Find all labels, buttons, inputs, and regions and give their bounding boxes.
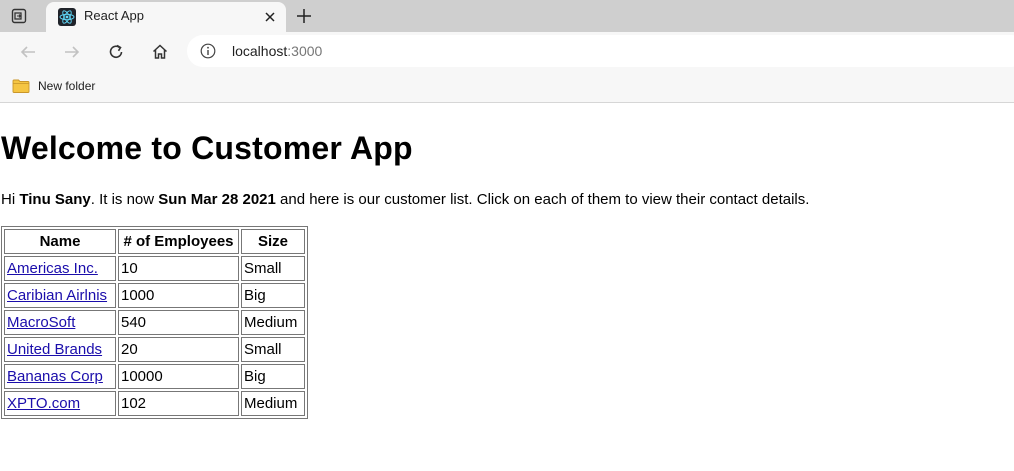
employees-cell: 540	[118, 310, 239, 335]
size-cell: Medium	[241, 310, 305, 335]
bookmark-label: New folder	[38, 79, 96, 93]
table-row: MacroSoft 540 Medium	[4, 310, 305, 335]
customer-table: Name # of Employees Size Americas Inc. 1…	[1, 226, 308, 419]
table-row: XPTO.com 102 Medium	[4, 391, 305, 416]
bookmarks-bar: New folder	[0, 70, 1014, 103]
employees-cell: 10	[118, 256, 239, 281]
name-cell: Caribian Airlnis	[4, 283, 116, 308]
name-cell: XPTO.com	[4, 391, 116, 416]
folder-icon	[12, 78, 30, 94]
employees-cell: 102	[118, 391, 239, 416]
table-header-row: Name # of Employees Size	[4, 229, 305, 254]
address-bar[interactable]: localhost:3000	[187, 35, 1014, 67]
table-row: Caribian Airlnis 1000 Big	[4, 283, 305, 308]
customer-link[interactable]: Caribian Airlnis	[7, 287, 113, 304]
browser-toolbar: localhost:3000	[0, 32, 1014, 70]
current-date: Sun Mar 28 2021	[158, 191, 276, 208]
name-cell: MacroSoft	[4, 310, 116, 335]
employees-cell: 1000	[118, 283, 239, 308]
size-cell: Big	[241, 283, 305, 308]
forward-arrow-icon[interactable]	[60, 40, 84, 64]
user-name: Tinu Sany	[19, 191, 91, 208]
url-port: :3000	[287, 43, 323, 59]
refresh-icon[interactable]	[104, 40, 128, 64]
url-host: localhost	[232, 43, 288, 59]
home-icon[interactable]	[148, 40, 172, 64]
name-cell: Bananas Corp	[4, 364, 116, 389]
table-row: Bananas Corp 10000 Big	[4, 364, 305, 389]
page-title: Welcome to Customer App	[1, 130, 413, 166]
tab-actions-icon[interactable]	[10, 7, 28, 25]
tab-strip: React App	[0, 0, 1014, 32]
intro-middle: . It is now	[90, 191, 159, 208]
customer-link[interactable]: XPTO.com	[7, 395, 113, 412]
new-tab-icon[interactable]	[294, 6, 314, 26]
name-cell: Americas Inc.	[4, 256, 116, 281]
column-header-size: Size	[241, 229, 305, 254]
intro-text: Hi Tinu Sany. It is now Sun Mar 28 2021 …	[1, 191, 809, 208]
tab-react-app[interactable]: React App	[46, 2, 286, 32]
customer-link[interactable]: MacroSoft	[7, 314, 113, 331]
tab-title: React App	[84, 8, 144, 23]
back-arrow-icon[interactable]	[16, 40, 40, 64]
close-tab-icon[interactable]	[260, 7, 280, 27]
url-text[interactable]: localhost:3000	[232, 43, 322, 59]
size-cell: Small	[241, 256, 305, 281]
customer-link[interactable]: Americas Inc.	[7, 260, 113, 277]
customer-link[interactable]: Bananas Corp	[7, 368, 113, 385]
site-info-icon[interactable]	[200, 43, 216, 59]
column-header-employees: # of Employees	[118, 229, 239, 254]
size-cell: Small	[241, 337, 305, 362]
size-cell: Big	[241, 364, 305, 389]
column-header-name: Name	[4, 229, 116, 254]
react-logo-icon	[58, 8, 76, 26]
employees-cell: 10000	[118, 364, 239, 389]
name-cell: United Brands	[4, 337, 116, 362]
employees-cell: 20	[118, 337, 239, 362]
intro-prefix: Hi	[1, 191, 20, 208]
size-cell: Medium	[241, 391, 305, 416]
customer-link[interactable]: United Brands	[7, 341, 113, 358]
table-row: United Brands 20 Small	[4, 337, 305, 362]
table-row: Americas Inc. 10 Small	[4, 256, 305, 281]
bookmark-new-folder[interactable]: New folder	[12, 75, 95, 97]
intro-suffix: and here is our customer list. Click on …	[275, 191, 810, 208]
